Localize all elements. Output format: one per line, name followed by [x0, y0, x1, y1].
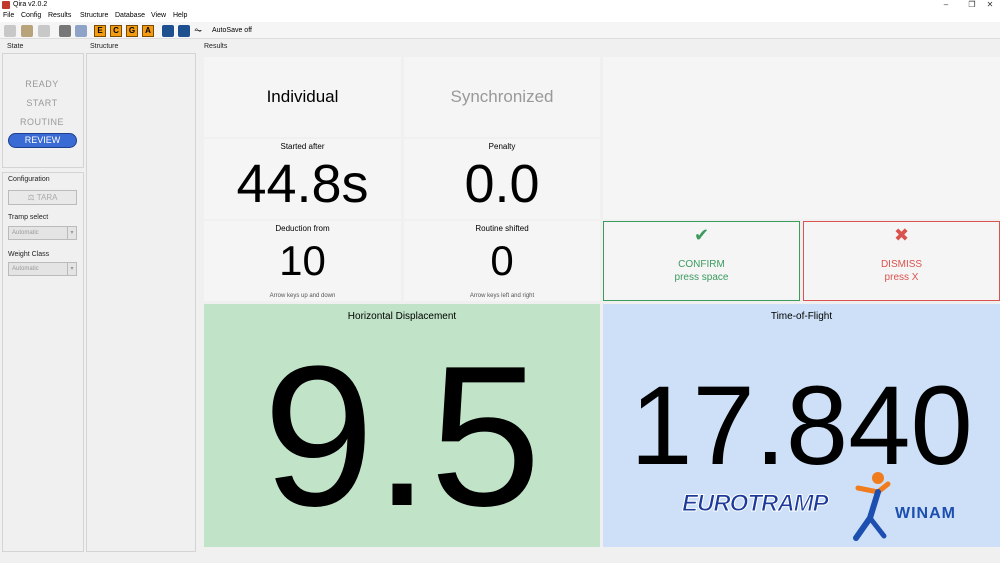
structure-section-label: Structure — [90, 43, 119, 50]
routine-shifted-label: Routine shifted — [475, 224, 529, 233]
configuration-title: Configuration — [8, 176, 50, 183]
menu-file[interactable]: File — [3, 12, 14, 19]
deduction-tile[interactable]: Deduction from 10 Arrow keys up and down — [204, 221, 401, 301]
open-icon[interactable] — [21, 25, 33, 37]
tara-label: TARA — [36, 193, 58, 202]
dismiss-line1: DISMISS — [880, 259, 923, 270]
toolbar: E C G A ⏦ AutoSave off — [0, 22, 1000, 39]
structure-panel — [86, 53, 196, 552]
winam-figure-icon — [853, 472, 891, 541]
time-of-flight-value: 17.840 — [630, 363, 973, 488]
menu-bar: File Config Results Structure Database V… — [0, 11, 1000, 22]
horizontal-displacement-panel: Horizontal Displacement 9.5 — [204, 304, 600, 547]
display-icon[interactable] — [178, 25, 190, 37]
mode-synchronized-tile[interactable]: Synchronized — [404, 57, 600, 137]
mode-individual: Individual — [266, 87, 339, 106]
state-ready[interactable]: READY — [0, 79, 84, 89]
time-of-flight-label: Time-of-Flight — [770, 311, 833, 322]
routine-shifted-hint: Arrow keys left and right — [469, 293, 535, 299]
started-after-value: 44.8s — [236, 154, 369, 214]
penalty-tile: Penalty 0.0 — [404, 139, 600, 219]
eurotramp-logo: EUROTRAMP — [682, 490, 830, 518]
chevron-down-icon: ▾ — [67, 263, 76, 275]
empty-tile — [603, 57, 1000, 219]
signal-icon[interactable]: ⏦ — [194, 25, 206, 37]
tramp-select-value: Automatic — [12, 230, 39, 236]
results-section-label: Results — [204, 43, 228, 50]
menu-structure[interactable]: Structure — [80, 12, 108, 19]
started-after-label: Started after — [280, 142, 325, 151]
started-after-tile: Started after 44.8s — [204, 139, 401, 219]
weight-class-value: Automatic — [12, 266, 39, 272]
save-icon[interactable] — [59, 25, 71, 37]
mode-synchronized: Synchronized — [450, 87, 554, 106]
state-panel — [2, 53, 84, 168]
mode-individual-tile[interactable]: Individual — [204, 57, 401, 137]
state-section-label: State — [7, 43, 24, 50]
checkmark-icon: ✔ — [693, 225, 710, 245]
window-title: Qira v2.0.2 — [13, 1, 48, 8]
edit-icon[interactable] — [75, 25, 87, 37]
deduction-label: Deduction from — [275, 224, 330, 233]
dismiss-line2: press X — [884, 272, 919, 283]
chevron-down-icon: ▾ — [67, 227, 76, 239]
penalty-value: 0.0 — [464, 154, 540, 214]
autosave-status[interactable]: AutoSave off — [212, 27, 252, 34]
state-routine[interactable]: ROUTINE — [0, 117, 84, 127]
menu-view[interactable]: View — [151, 12, 166, 19]
deduction-hint: Arrow keys up and down — [269, 293, 336, 299]
dismiss-button[interactable]: ✖ DISMISS press X — [803, 221, 1000, 301]
routine-shifted-value: 0 — [490, 237, 514, 284]
tramp-select[interactable]: Automatic ▾ — [8, 226, 77, 240]
g-judge-icon[interactable]: G — [126, 25, 138, 37]
tara-icon: ⚖ — [27, 193, 37, 202]
app-icon — [2, 1, 10, 9]
e-judge-icon[interactable]: E — [94, 25, 106, 37]
tara-button[interactable]: ⚖ TARA — [8, 190, 77, 205]
confirm-line1: CONFIRM — [678, 259, 725, 270]
state-start[interactable]: START — [0, 98, 84, 108]
confirm-button[interactable]: ✔ CONFIRM press space — [603, 221, 800, 301]
monitor-icon[interactable] — [162, 25, 174, 37]
c-judge-icon[interactable]: C — [110, 25, 122, 37]
cross-icon: ✖ — [893, 225, 910, 245]
weight-class-label: Weight Class — [8, 251, 50, 258]
horizontal-displacement-label: Horizontal Displacement — [347, 311, 457, 322]
winam-logo: WINAM — [895, 505, 956, 522]
print-icon[interactable] — [38, 25, 50, 37]
a-judge-icon[interactable]: A — [142, 25, 154, 37]
menu-database[interactable]: Database — [115, 12, 145, 19]
confirm-line2: press space — [674, 272, 729, 283]
state-review-button[interactable]: REVIEW — [8, 133, 77, 148]
tramp-select-label: Tramp select — [8, 214, 49, 221]
penalty-label: Penalty — [488, 142, 516, 151]
horizontal-displacement-value: 9.5 — [262, 325, 542, 548]
tool-icon[interactable] — [4, 25, 16, 37]
minimize-button[interactable]: – — [933, 0, 959, 10]
deduction-value: 10 — [279, 237, 326, 284]
menu-help[interactable]: Help — [173, 12, 187, 19]
close-button[interactable]: ✕ — [977, 0, 1000, 10]
title-bar: Qira v2.0.2 – ❐ ✕ — [0, 0, 1000, 11]
routine-shifted-tile[interactable]: Routine shifted 0 Arrow keys left and ri… — [404, 221, 600, 301]
menu-results[interactable]: Results — [48, 12, 71, 19]
menu-config[interactable]: Config — [21, 12, 41, 19]
weight-class-select[interactable]: Automatic ▾ — [8, 262, 77, 276]
